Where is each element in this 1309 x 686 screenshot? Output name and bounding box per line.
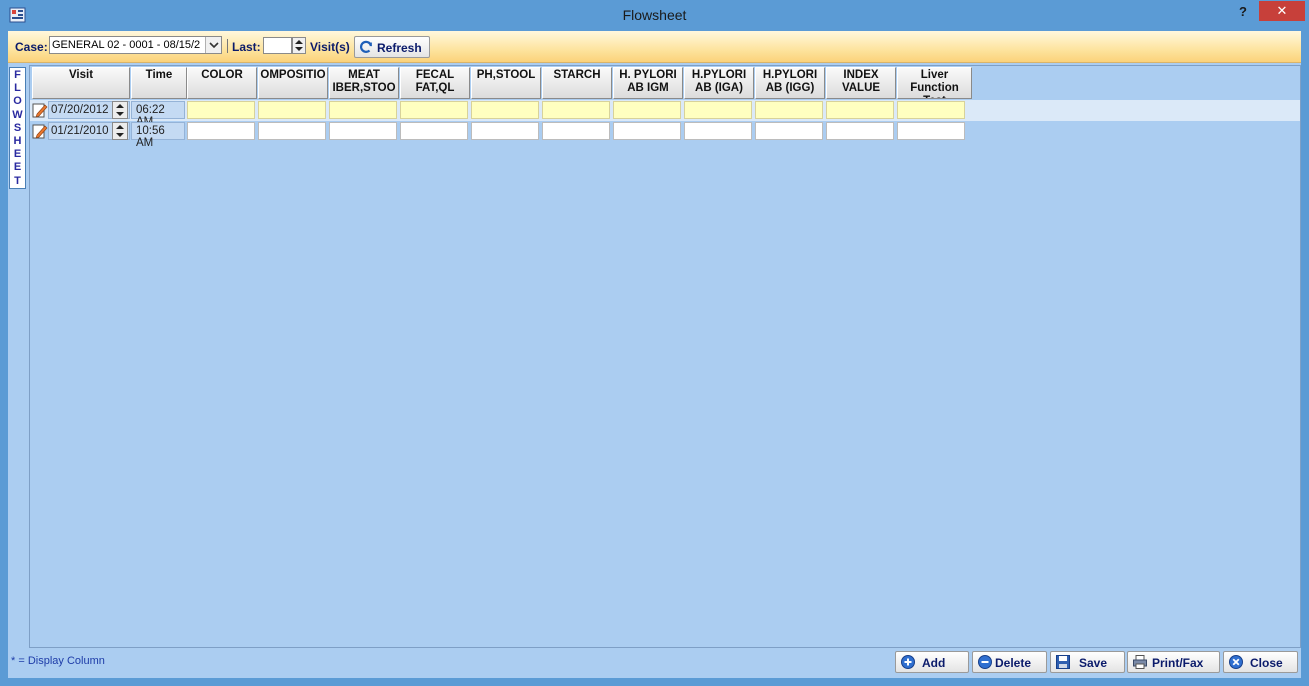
index-value-cell[interactable] — [826, 122, 894, 140]
h-pylori-igg-cell[interactable] — [755, 101, 823, 119]
column-header-composition[interactable]: OMPOSITIO — [258, 67, 328, 99]
window-close-button[interactable]: ✕ — [1259, 1, 1305, 21]
fecal-fat-cell[interactable] — [400, 122, 468, 140]
h-pylori-igm-cell[interactable] — [613, 122, 681, 140]
delete-icon — [978, 655, 992, 669]
print-fax-button[interactable]: Print/Fax — [1127, 651, 1220, 673]
column-header-h-pylori-igm[interactable]: H. PYLORI AB IGM — [613, 67, 683, 99]
save-icon — [1056, 655, 1070, 669]
starch-cell[interactable] — [542, 101, 610, 119]
table-row[interactable]: 01/21/2010 10:56 AM — [30, 121, 1300, 149]
column-header-h-pylori-igg[interactable]: H.PYLORI AB (IGG) — [755, 67, 825, 99]
visit-time-field[interactable]: 10:56 AM — [131, 122, 185, 149]
column-header-meat-fiber[interactable]: MEAT IBER,STOO — [329, 67, 399, 99]
liver-function-cell[interactable] — [897, 101, 965, 119]
column-header-time[interactable]: Time — [131, 67, 187, 99]
fecal-fat-cell[interactable] — [400, 101, 468, 119]
liver-function-cell[interactable] — [897, 122, 965, 140]
table-row[interactable]: 07/20/2012 06:22 AM — [30, 100, 1300, 128]
side-tab-letter: E — [13, 161, 22, 174]
h-pylori-iga-cell[interactable] — [684, 101, 752, 119]
last-visits-input[interactable] — [263, 37, 292, 54]
filter-toolbar: Case: GENERAL 02 - 0001 - 08/15/2 Last: … — [8, 31, 1301, 63]
last-visits-stepper[interactable] — [292, 37, 306, 54]
composition-cell[interactable] — [258, 122, 326, 140]
save-button[interactable]: Save — [1050, 651, 1125, 673]
h-pylori-iga-cell[interactable] — [684, 122, 752, 140]
side-tab-letter: E — [13, 148, 22, 161]
side-tab-letter: W — [12, 108, 23, 121]
toolbar-separator — [227, 39, 228, 53]
refresh-icon — [360, 40, 373, 53]
case-dropdown[interactable]: GENERAL 02 - 0001 - 08/15/2 — [49, 36, 222, 54]
case-dropdown-value: GENERAL 02 - 0001 - 08/15/2 — [52, 39, 201, 51]
refresh-button[interactable]: Refresh — [354, 36, 430, 58]
column-header-starch[interactable]: STARCH — [542, 67, 612, 99]
visit-date-stepper[interactable] — [112, 101, 128, 119]
refresh-button-label: Refresh — [377, 41, 422, 55]
spin-up-icon[interactable] — [295, 40, 303, 44]
spin-down-icon[interactable] — [116, 133, 124, 137]
flowsheet-side-tab[interactable]: F L O W S H E E T — [9, 67, 26, 189]
delete-button-label: Delete — [995, 656, 1032, 670]
side-tab-letter: O — [13, 95, 22, 108]
add-button[interactable]: Add — [895, 651, 969, 673]
case-label: Case: — [15, 40, 48, 54]
edit-record-icon[interactable] — [32, 102, 48, 118]
spin-down-icon[interactable] — [295, 47, 303, 51]
column-header-fecal-fat[interactable]: FECAL FAT,QL — [400, 67, 470, 99]
column-header-visit[interactable]: Visit — [32, 67, 130, 99]
print-fax-button-label: Print/Fax — [1152, 656, 1204, 670]
color-cell[interactable] — [187, 101, 255, 119]
column-header-ph-stool[interactable]: PH,STOOL — [471, 67, 541, 99]
side-tab-letter: L — [14, 82, 21, 95]
close-icon — [1229, 655, 1243, 669]
visit-time-field[interactable]: 06:22 AM — [131, 101, 185, 128]
side-tab-letter: F — [14, 69, 21, 81]
spin-up-icon[interactable] — [116, 125, 124, 129]
display-column-note: * = Display Column — [11, 655, 105, 667]
edit-record-icon[interactable] — [32, 123, 48, 139]
column-header-liver-function[interactable]: Liver Function Test — [897, 67, 972, 99]
meat-fiber-cell[interactable] — [329, 122, 397, 140]
column-header-index-value[interactable]: INDEX VALUE — [826, 67, 896, 99]
printer-icon — [1133, 655, 1147, 669]
help-button[interactable]: ? — [1233, 2, 1253, 22]
side-tab-letter: S — [13, 121, 22, 134]
ph-stool-cell[interactable] — [471, 101, 539, 119]
visit-date-stepper[interactable] — [112, 122, 128, 140]
add-icon — [901, 655, 915, 669]
side-tab-letter: H — [13, 135, 22, 148]
window-title: Flowsheet — [622, 7, 687, 23]
ph-stool-cell[interactable] — [471, 122, 539, 140]
flowsheet-grid: Visit Time COLOR OMPOSITIO MEAT IBER,STO… — [29, 65, 1301, 648]
visit-date-value: 07/20/2012 — [51, 104, 109, 116]
visit-date-value: 01/21/2010 — [51, 125, 109, 137]
close-button-label: Close — [1250, 656, 1283, 670]
add-button-label: Add — [922, 656, 946, 670]
composition-cell[interactable] — [258, 101, 326, 119]
meat-fiber-cell[interactable] — [329, 101, 397, 119]
title-bar[interactable]: Flowsheet ? ✕ — [0, 0, 1309, 31]
close-button[interactable]: Close — [1223, 651, 1298, 673]
chevron-down-icon[interactable] — [205, 37, 221, 53]
visits-label: Visit(s) — [310, 40, 350, 54]
column-header-h-pylori-iga[interactable]: H.PYLORI AB (IGA) — [684, 67, 754, 99]
save-button-label: Save — [1079, 656, 1108, 670]
spin-up-icon[interactable] — [116, 104, 124, 108]
spin-down-icon[interactable] — [116, 112, 124, 116]
column-header-color[interactable]: COLOR — [187, 67, 257, 99]
visit-time-value: 10:56 AM — [136, 125, 165, 149]
index-value-cell[interactable] — [826, 101, 894, 119]
last-label: Last: — [232, 40, 261, 54]
client-area: Case: GENERAL 02 - 0001 - 08/15/2 Last: … — [8, 31, 1301, 678]
flowsheet-window: Flowsheet ? ✕ Case: GENERAL 02 - 0001 - … — [0, 0, 1309, 686]
delete-button[interactable]: Delete — [972, 651, 1047, 673]
h-pylori-igg-cell[interactable] — [755, 122, 823, 140]
side-tab-letter: T — [14, 174, 21, 187]
h-pylori-igm-cell[interactable] — [613, 101, 681, 119]
starch-cell[interactable] — [542, 122, 610, 140]
color-cell[interactable] — [187, 122, 255, 140]
